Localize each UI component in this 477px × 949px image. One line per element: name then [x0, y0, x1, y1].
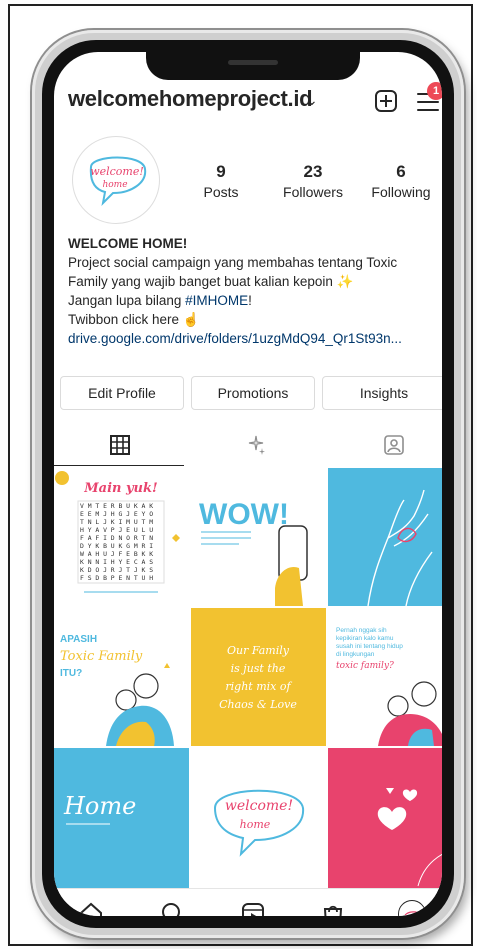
phone-bezel: welcomehomeproject.id ⌄ 1 welcome! home … — [42, 40, 454, 928]
profile-avatar[interactable]: welcome! home — [72, 136, 160, 224]
bio-line-1: Project social campaign yang membahas te… — [68, 255, 398, 270]
post-thumbnail-hands[interactable] — [328, 468, 442, 606]
bio-link[interactable]: drive.google.com/drive/folders/1uzgMdQ94… — [68, 329, 442, 348]
bio-line-2-wrap: Family yang wajib banget buat kalian kep… — [68, 272, 442, 291]
bio-hashtag[interactable]: #IMHOME — [185, 293, 248, 308]
shop-bag-icon[interactable] — [320, 901, 346, 916]
svg-text:W A H U J F E B K K: W A H U J F E B K K — [80, 550, 153, 558]
insights-button[interactable]: Insights — [322, 376, 442, 410]
bio-line-3-wrap: Jangan lupa bilang #IMHOME! — [68, 291, 442, 310]
post-6-line-1: Pernah nggak sih — [336, 627, 387, 634]
grid-icon — [110, 435, 130, 455]
home-icon[interactable] — [78, 901, 104, 916]
following-label: Following — [371, 184, 431, 200]
post-thumbnail-wow[interactable]: WOW! — [191, 468, 326, 606]
post-8-line-1: welcome! — [225, 798, 293, 814]
chevron-down-icon[interactable]: ⌄ — [306, 92, 318, 109]
post-thumbnail-hearts[interactable] — [328, 748, 442, 888]
post-5-line-2: is just the — [231, 662, 286, 675]
followers-stat[interactable]: 23 Followers — [268, 162, 358, 200]
post-6-line-5: toxic family? — [336, 661, 394, 671]
notification-badge: 1 — [427, 82, 442, 100]
profile-avatar-icon[interactable] — [398, 900, 426, 916]
post-7-title: Home — [63, 792, 136, 820]
search-icon[interactable] — [160, 901, 186, 916]
post-4-line-2: Toxic Family — [60, 649, 143, 664]
post-thumbnail-toxic-family[interactable]: APASIH Toxic Family ITU? — [54, 608, 189, 746]
profile-bio: WELCOME HOME! Project social campaign ya… — [68, 234, 442, 348]
svg-text:F S D B P E N T U H: F S D B P E N T U H — [80, 574, 153, 582]
followers-label: Followers — [283, 184, 343, 200]
bio-name: WELCOME HOME! — [68, 236, 188, 251]
bio-line-3-prefix: Jangan lupa bilang — [68, 293, 186, 308]
bio-line-4-wrap: Twibbon click here ☝ — [68, 310, 442, 329]
post-thumbnail-welcome-home[interactable]: welcome! home — [191, 748, 326, 888]
post-5-line-1: Our Family — [227, 644, 290, 657]
svg-text:K D O J R J T J K S: K D O J R J T J K S — [80, 566, 153, 574]
bio-line-3-suffix: ! — [248, 293, 252, 308]
following-stat[interactable]: 6 Following — [356, 162, 442, 200]
post-5-line-4: Chaos & Love — [219, 698, 297, 711]
promotions-button[interactable]: Promotions — [191, 376, 315, 410]
svg-text:E E M J H G J E Y O: E E M J H G J E Y O — [80, 510, 153, 518]
post-1-title: Main yuk! — [83, 481, 157, 496]
pointing-hand-icon: ☝ — [182, 312, 200, 327]
post-2-title: WOW! — [199, 498, 289, 531]
bottom-navigation — [54, 888, 442, 916]
svg-text:V M T E R B U K A K: V M T E R B U K A K — [80, 502, 153, 510]
post-thumbnail-family-quote[interactable]: Our Family is just the right mix of Chao… — [191, 608, 326, 746]
tab-tagged[interactable] — [328, 422, 442, 466]
post-thumbnail-home[interactable]: Home — [54, 748, 189, 888]
following-count: 6 — [396, 162, 406, 181]
svg-text:K N N I H Y E C A S: K N N I H Y E C A S — [80, 558, 153, 566]
svg-text:T N L J K I M U T M: T N L J K I M U T M — [80, 518, 153, 526]
bio-line-2: Family yang wajib banget buat kalian kep… — [68, 274, 333, 289]
sparkle-icon — [248, 435, 265, 455]
svg-text:D Y K B U K G M R I: D Y K B U K G M R I — [80, 542, 153, 550]
edit-profile-button[interactable]: Edit Profile — [60, 376, 184, 410]
account-username[interactable]: welcomehomeproject.id — [68, 86, 313, 112]
tagged-user-icon — [384, 435, 404, 455]
post-thumbnail-pernah-nggak[interactable]: Pernah nggak sih kepikiran kalo kamu sus… — [328, 608, 442, 746]
followers-count: 23 — [303, 162, 323, 181]
earpiece-speaker — [228, 60, 278, 65]
tab-grid[interactable] — [54, 422, 184, 466]
post-6-line-3: susah ini tentang hidup — [336, 643, 403, 650]
phone-device: welcomehomeproject.id ⌄ 1 welcome! home … — [32, 30, 464, 938]
svg-text:H Y A V P J E U L U: H Y A V P J E U L U — [80, 526, 153, 534]
post-thumbnail-word-search[interactable]: Main yuk! V M T E R B U K A K E E M J H … — [54, 468, 189, 606]
reels-icon[interactable] — [240, 901, 266, 916]
post-6-line-2: kepikiran kalo kamu — [336, 635, 394, 642]
posts-count: 9 — [216, 162, 226, 181]
svg-text:F A F I D N O R T N: F A F I D N O R T N — [80, 534, 153, 542]
phone-notch — [146, 52, 360, 80]
posts-stat[interactable]: 9 Posts — [176, 162, 266, 200]
tab-reels[interactable] — [190, 422, 320, 466]
post-4-line-1: APASIH — [60, 634, 97, 645]
new-post-icon[interactable] — [375, 90, 397, 112]
bio-line-4: Twibbon click here — [68, 312, 180, 327]
post-4-line-3: ITU? — [60, 668, 82, 679]
avatar-text-welcome: welcome! — [90, 165, 144, 178]
posts-label: Posts — [203, 184, 239, 200]
sparkles-icon: ✨ — [336, 274, 354, 289]
post-5-line-3: right mix of — [225, 680, 292, 693]
post-8-line-2: home — [240, 818, 271, 831]
posts-grid: Main yuk! V M T E R B U K A K E E M J H … — [54, 468, 442, 888]
phone-screen: welcomehomeproject.id ⌄ 1 welcome! home … — [54, 52, 442, 916]
post-6-line-4: di lingkungan — [336, 651, 375, 658]
avatar-text-home: home — [102, 180, 127, 190]
